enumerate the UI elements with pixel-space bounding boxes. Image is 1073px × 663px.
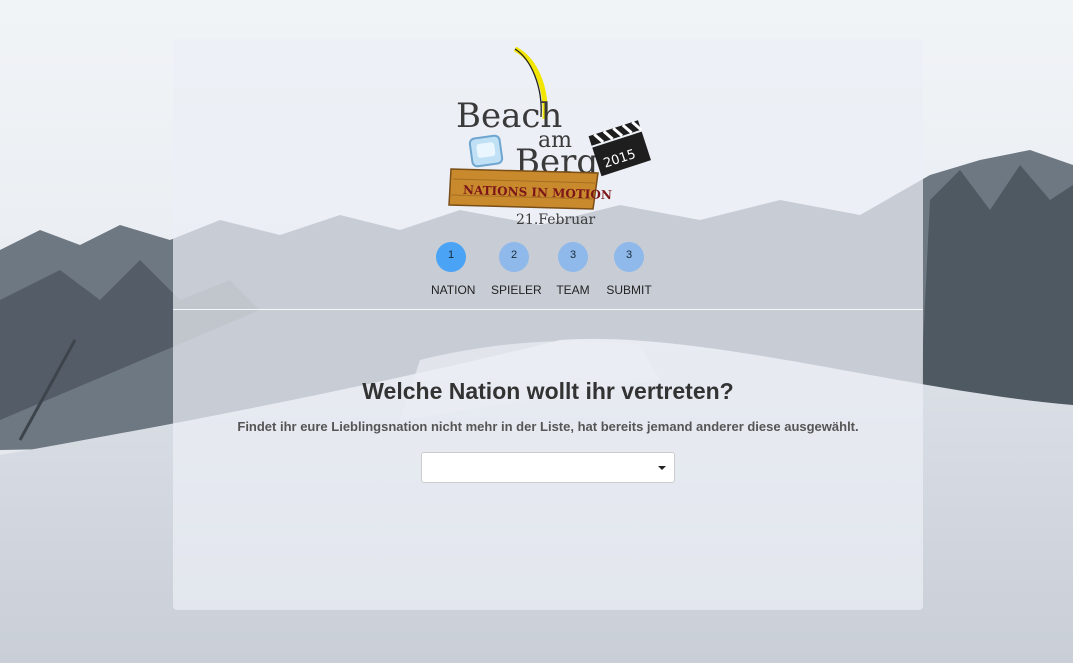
step-label: SPIELER [491, 283, 542, 297]
event-logo: Beach am Berg NATIONS IN MOTION 2015 21.… [443, 46, 653, 228]
form-subtext: Findet ihr eure Lieblingsnation nicht me… [237, 419, 859, 434]
form-heading: Welche Nation wollt ihr vertreten? [362, 378, 734, 404]
logo-date: 21.Februar [516, 212, 596, 227]
step-team[interactable]: 3 TEAM [555, 242, 591, 297]
step-nation[interactable]: 1 NATION [431, 242, 476, 297]
step-number: 2 [499, 242, 529, 272]
wizard-steps: 1 NATION 2 SPIELER 3 TEAM 3 SUBMIT [431, 242, 661, 302]
step-number: 3 [614, 242, 644, 272]
wizard-header: Beach am Berg NATIONS IN MOTION 2015 21.… [173, 39, 923, 309]
ice-cube-icon [468, 134, 504, 168]
step-label: SUBMIT [606, 283, 652, 297]
step-label: TEAM [556, 283, 590, 297]
wizard-panel: Beach am Berg NATIONS IN MOTION 2015 21.… [173, 39, 923, 610]
header-divider [173, 309, 923, 310]
wooden-banner: NATIONS IN MOTION [448, 168, 612, 210]
step-number: 1 [436, 242, 466, 272]
chevron-down-icon [658, 466, 666, 470]
nation-select[interactable] [421, 452, 675, 483]
step-number: 3 [558, 242, 588, 272]
step-spieler[interactable]: 2 SPIELER [491, 242, 542, 297]
step-submit[interactable]: 3 SUBMIT [604, 242, 654, 297]
step-label: NATION [431, 283, 476, 297]
